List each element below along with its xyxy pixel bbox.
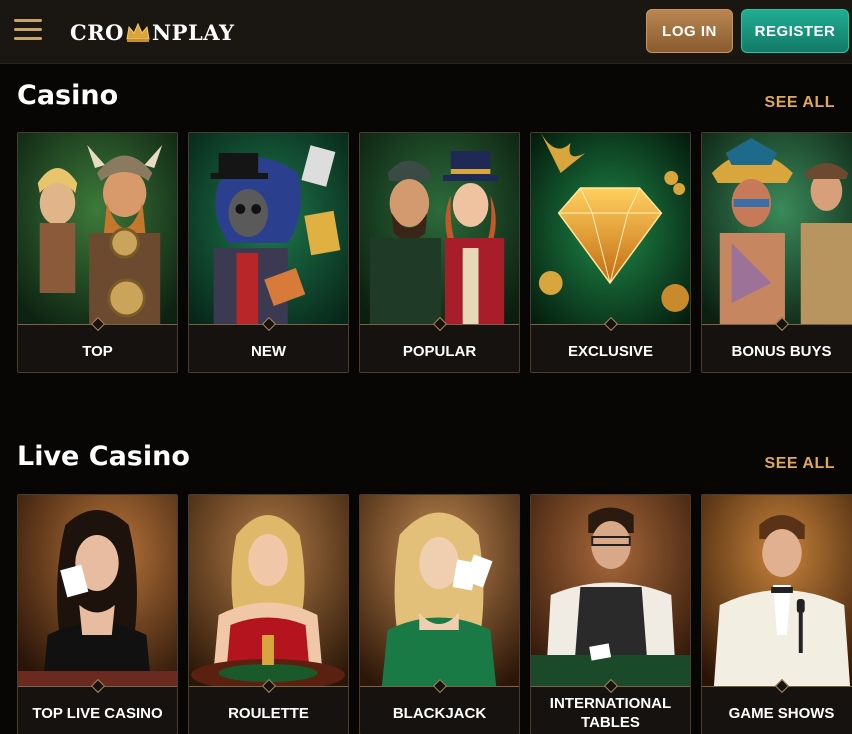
circus-game-art — [360, 133, 519, 325]
aztec-game-art — [702, 133, 852, 325]
live-card-top-live-casino[interactable]: TOP LIVE CASINO — [17, 494, 178, 734]
hamburger-menu-icon[interactable] — [14, 19, 42, 41]
casino-card-bonus-buys[interactable]: BONUS BUYS — [701, 132, 852, 373]
roulette-dealer-art — [189, 495, 348, 687]
casino-category-row: TOP NEW POPULAR EXCLUSIVE BONUS BUYS — [17, 132, 852, 373]
card-label: NEW — [251, 342, 286, 360]
card-label: POPULAR — [402, 342, 477, 360]
card-label: TOP — [82, 342, 113, 360]
card-label: GAME SHOWS — [728, 704, 835, 722]
card-label: ROULETTE — [228, 704, 309, 722]
casino-card-popular[interactable]: POPULAR — [359, 132, 520, 373]
register-button[interactable]: REGISTER — [741, 9, 849, 53]
live-card-international-tables[interactable]: INTERNATIONAL TABLES — [530, 494, 691, 734]
casino-card-top[interactable]: TOP — [17, 132, 178, 373]
card-label: BLACKJACK — [392, 704, 487, 722]
card-label: EXCLUSIVE — [567, 342, 654, 360]
card-label: INTERNATIONAL TABLES — [549, 695, 672, 731]
card-label: BONUS BUYS — [731, 342, 832, 360]
live-card-blackjack[interactable]: BLACKJACK — [359, 494, 520, 734]
game-show-host-art — [702, 495, 852, 687]
casino-see-all-link[interactable]: SEE ALL — [765, 94, 835, 112]
login-button[interactable]: LOG IN — [646, 9, 733, 53]
top-header: CRO NPLAY LOG IN REGISTER — [0, 0, 852, 64]
logo-text-right: NPLAY — [151, 19, 235, 45]
crownplay-logo[interactable]: CRO NPLAY — [70, 18, 234, 46]
casino-section-title: Casino — [17, 80, 119, 111]
international-dealer-art — [531, 495, 690, 687]
viking-game-art — [18, 133, 177, 325]
live-casino-category-row: TOP LIVE CASINO ROULETTE BLACKJACK INTER… — [17, 494, 852, 734]
live-card-roulette[interactable]: ROULETTE — [188, 494, 349, 734]
logo-text-left: CRO — [70, 19, 124, 45]
diamond-game-art — [531, 133, 690, 325]
live-casino-see-all-link[interactable]: SEE ALL — [765, 455, 835, 473]
card-label: TOP LIVE CASINO — [32, 704, 163, 722]
live-card-game-shows[interactable]: GAME SHOWS — [701, 494, 852, 734]
crown-icon — [126, 22, 150, 42]
live-dealer-art — [18, 495, 177, 687]
casino-card-new[interactable]: NEW — [188, 132, 349, 373]
casino-card-exclusive[interactable]: EXCLUSIVE — [530, 132, 691, 373]
voodoo-game-art — [189, 133, 348, 325]
live-casino-section-title: Live Casino — [17, 441, 190, 472]
blackjack-dealer-art — [360, 495, 519, 687]
